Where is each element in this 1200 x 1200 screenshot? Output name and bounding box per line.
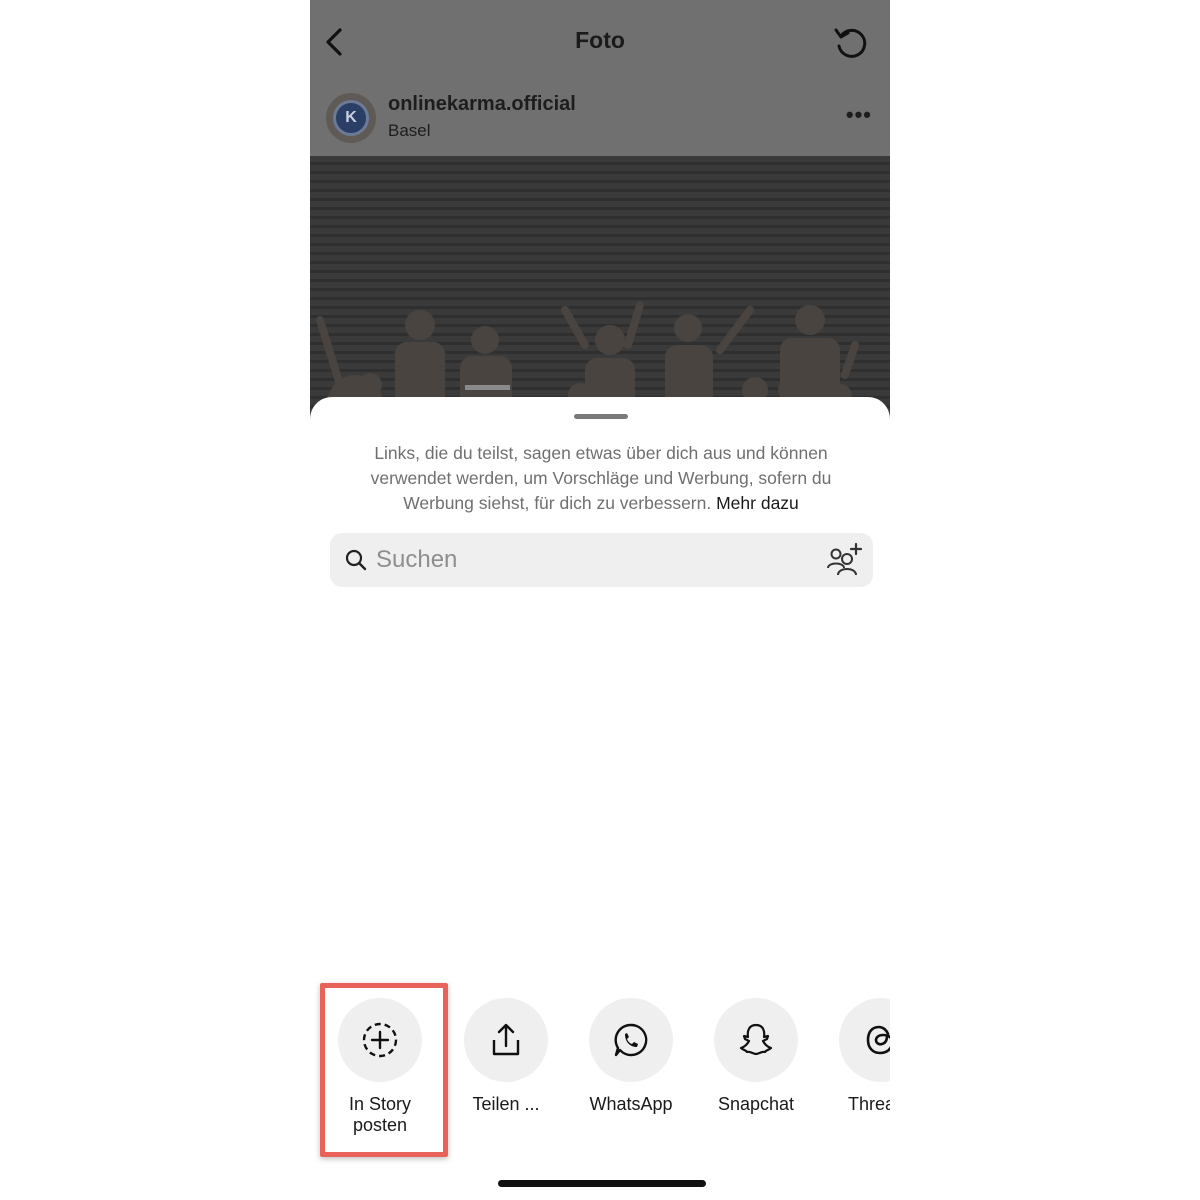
privacy-notice: Links, die du teilst, sagen etwas über d… (346, 441, 856, 516)
threads-icon (866, 1025, 890, 1055)
home-indicator[interactable] (498, 1180, 706, 1187)
phone-screen: Foto K onlinekarma.official Basel ••• Li… (310, 0, 890, 1200)
top-bar: Foto (310, 0, 890, 80)
share-option-story-circle[interactable] (338, 998, 422, 1082)
share-options-row: In Story posten Teilen ... WhatsApp Snap… (310, 998, 890, 1148)
share-option-threads[interactable]: Threads (821, 998, 890, 1115)
back-arrow-icon[interactable] (320, 24, 350, 60)
share-option-label: Threads (847, 1094, 890, 1114)
add-story-icon (362, 1022, 398, 1058)
more-options-icon[interactable]: ••• (846, 104, 872, 126)
refresh-icon[interactable] (832, 24, 870, 62)
post-username[interactable]: onlinekarma.official (388, 93, 576, 116)
learn-more-link[interactable]: Mehr dazu (716, 493, 799, 513)
search-input[interactable] (376, 541, 796, 579)
avatar[interactable]: K (326, 93, 376, 143)
share-option-share-circle[interactable] (464, 998, 548, 1082)
post-photo (310, 156, 890, 420)
share-sheet: Links, die du teilst, sagen etwas über d… (310, 397, 890, 1200)
share-option-whatsapp[interactable]: WhatsApp (571, 998, 691, 1115)
share-option-story[interactable]: In Story posten (320, 998, 440, 1136)
share-option-label: Teilen ... (472, 1094, 540, 1114)
background-post-view: Foto K onlinekarma.official Basel ••• (310, 0, 890, 420)
post-header: K onlinekarma.official Basel ••• (310, 80, 890, 156)
share-option-label: Snapchat (717, 1094, 795, 1114)
share-icon (492, 1023, 520, 1056)
snapchat-icon (739, 1023, 773, 1056)
avatar-logo: K (333, 100, 369, 136)
search-icon (345, 549, 367, 571)
share-option-whatsapp-circle[interactable] (589, 998, 673, 1082)
post-location[interactable]: Basel (388, 121, 431, 141)
share-option-snapchat-circle[interactable] (714, 998, 798, 1082)
whatsapp-icon (614, 1023, 648, 1057)
share-option-threads-circle[interactable] (839, 998, 890, 1082)
sheet-drag-handle[interactable] (574, 414, 628, 419)
share-option-label: WhatsApp (589, 1094, 673, 1114)
share-option-share[interactable]: Teilen ... (446, 998, 566, 1115)
page-title: Foto (575, 26, 625, 53)
share-option-snapchat[interactable]: Snapchat (696, 998, 816, 1115)
share-option-label: In Story posten (348, 1094, 412, 1135)
add-people-icon[interactable] (825, 542, 863, 578)
search-bar[interactable] (330, 533, 873, 587)
